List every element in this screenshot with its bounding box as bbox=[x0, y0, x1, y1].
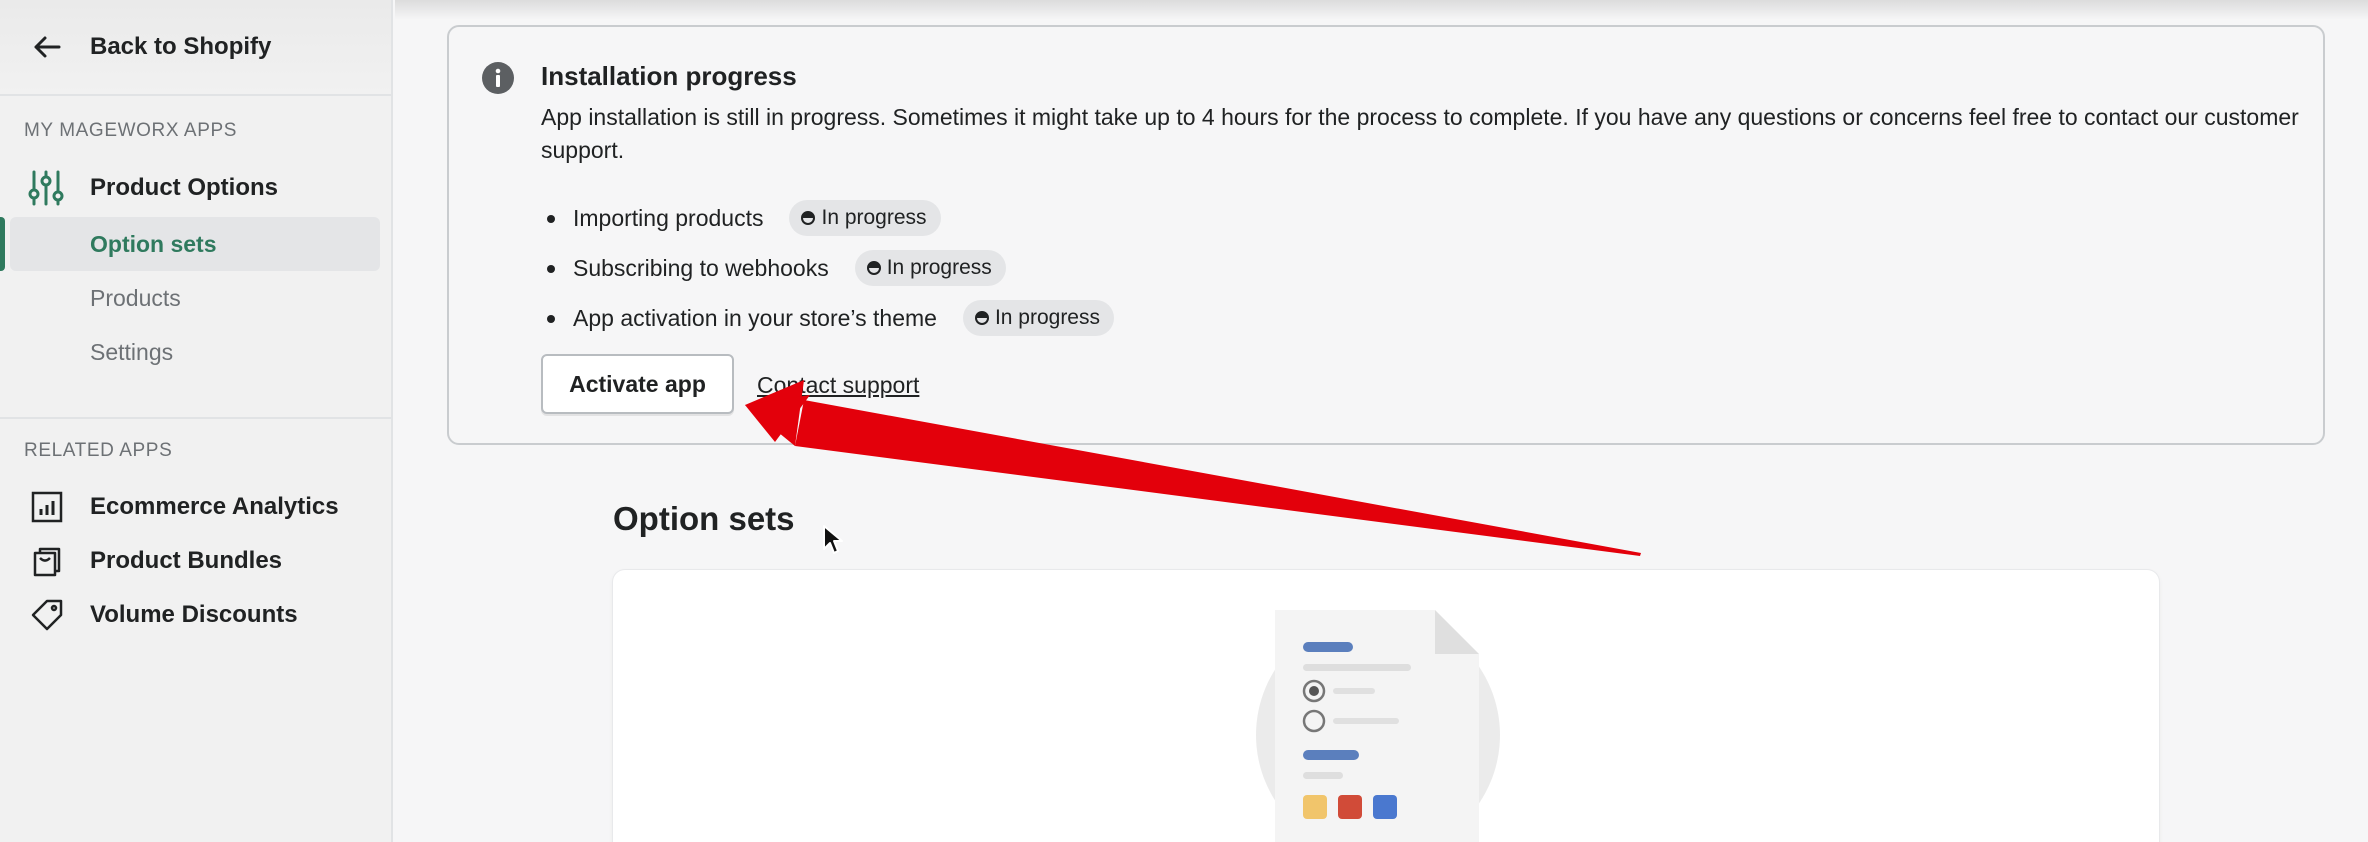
volume-discounts-label: Volume Discounts bbox=[90, 601, 298, 628]
sidebar: Back to Shopify MY MAGEWORX APPS Product… bbox=[0, 0, 393, 842]
step-label: App activation in your store’s theme bbox=[573, 304, 937, 331]
page-title: Option sets bbox=[613, 500, 795, 537]
arrow-left-icon bbox=[30, 30, 64, 64]
sidebar-item-product-options[interactable]: Product Options bbox=[0, 165, 393, 210]
status-badge: In progress bbox=[962, 300, 1114, 336]
app-window: Back to Shopify MY MAGEWORX APPS Product… bbox=[0, 0, 2368, 842]
my-apps-heading: MY MAGEWORX APPS bbox=[24, 120, 238, 141]
top-shadow bbox=[395, 0, 2368, 20]
related-apps-heading: RELATED APPS bbox=[24, 440, 173, 461]
ecommerce-analytics-label: Ecommerce Analytics bbox=[90, 493, 339, 520]
banner-title: Installation progress bbox=[541, 61, 797, 91]
sidebar-item-products[interactable]: Products bbox=[10, 271, 380, 325]
active-indicator bbox=[0, 217, 5, 271]
contact-support-link[interactable]: Contact support bbox=[757, 372, 919, 399]
activate-app-button[interactable]: Activate app bbox=[541, 354, 734, 414]
status-text: In progress bbox=[994, 306, 1100, 329]
progress-dot-icon bbox=[866, 261, 881, 275]
main-content: Installation progress App installation i… bbox=[395, 0, 2368, 842]
status-text: In progress bbox=[886, 256, 992, 279]
sliders-icon bbox=[28, 170, 64, 206]
tag-icon bbox=[30, 598, 64, 632]
step-label: Subscribing to webhooks bbox=[573, 254, 829, 281]
bar-chart-icon bbox=[30, 490, 64, 524]
back-label: Back to Shopify bbox=[90, 33, 272, 60]
list-item: Subscribing to webhooks In progress bbox=[541, 243, 1114, 293]
bullet bbox=[547, 315, 555, 323]
installation-banner: Installation progress App installation i… bbox=[447, 25, 2325, 445]
step-label: Importing products bbox=[573, 204, 764, 231]
sidebar-item-settings[interactable]: Settings bbox=[10, 325, 380, 379]
bullet bbox=[547, 215, 555, 223]
product-bundles-label: Product Bundles bbox=[90, 547, 283, 574]
related-item-volume-discounts[interactable]: Volume Discounts bbox=[0, 593, 393, 637]
info-icon bbox=[481, 61, 515, 95]
empty-state-card bbox=[613, 570, 2159, 842]
progress-dot-icon bbox=[974, 311, 989, 325]
product-options-label: Product Options bbox=[90, 173, 278, 201]
back-to-shopify-link[interactable]: Back to Shopify bbox=[0, 0, 391, 96]
sidebar-item-option-sets[interactable]: Option sets bbox=[10, 217, 380, 271]
related-item-product-bundles[interactable]: Product Bundles bbox=[0, 539, 393, 583]
list-item: App activation in your store’s theme In … bbox=[541, 293, 1114, 343]
mouse-cursor-icon bbox=[823, 525, 843, 554]
status-badge: In progress bbox=[854, 250, 1006, 286]
bullet bbox=[547, 265, 555, 273]
status-badge: In progress bbox=[789, 200, 941, 236]
related-item-ecommerce-analytics[interactable]: Ecommerce Analytics bbox=[0, 485, 393, 529]
progress-dot-icon bbox=[801, 211, 816, 225]
bundle-icon bbox=[30, 544, 64, 578]
installation-steps: Importing products In progress Subscribi… bbox=[541, 193, 1114, 343]
banner-message: App installation is still in progress. S… bbox=[541, 104, 2299, 163]
empty-state-illustration bbox=[1256, 610, 1500, 842]
list-item: Importing products In progress bbox=[541, 193, 1114, 243]
sidebar-divider bbox=[0, 417, 393, 419]
status-text: In progress bbox=[821, 206, 927, 229]
